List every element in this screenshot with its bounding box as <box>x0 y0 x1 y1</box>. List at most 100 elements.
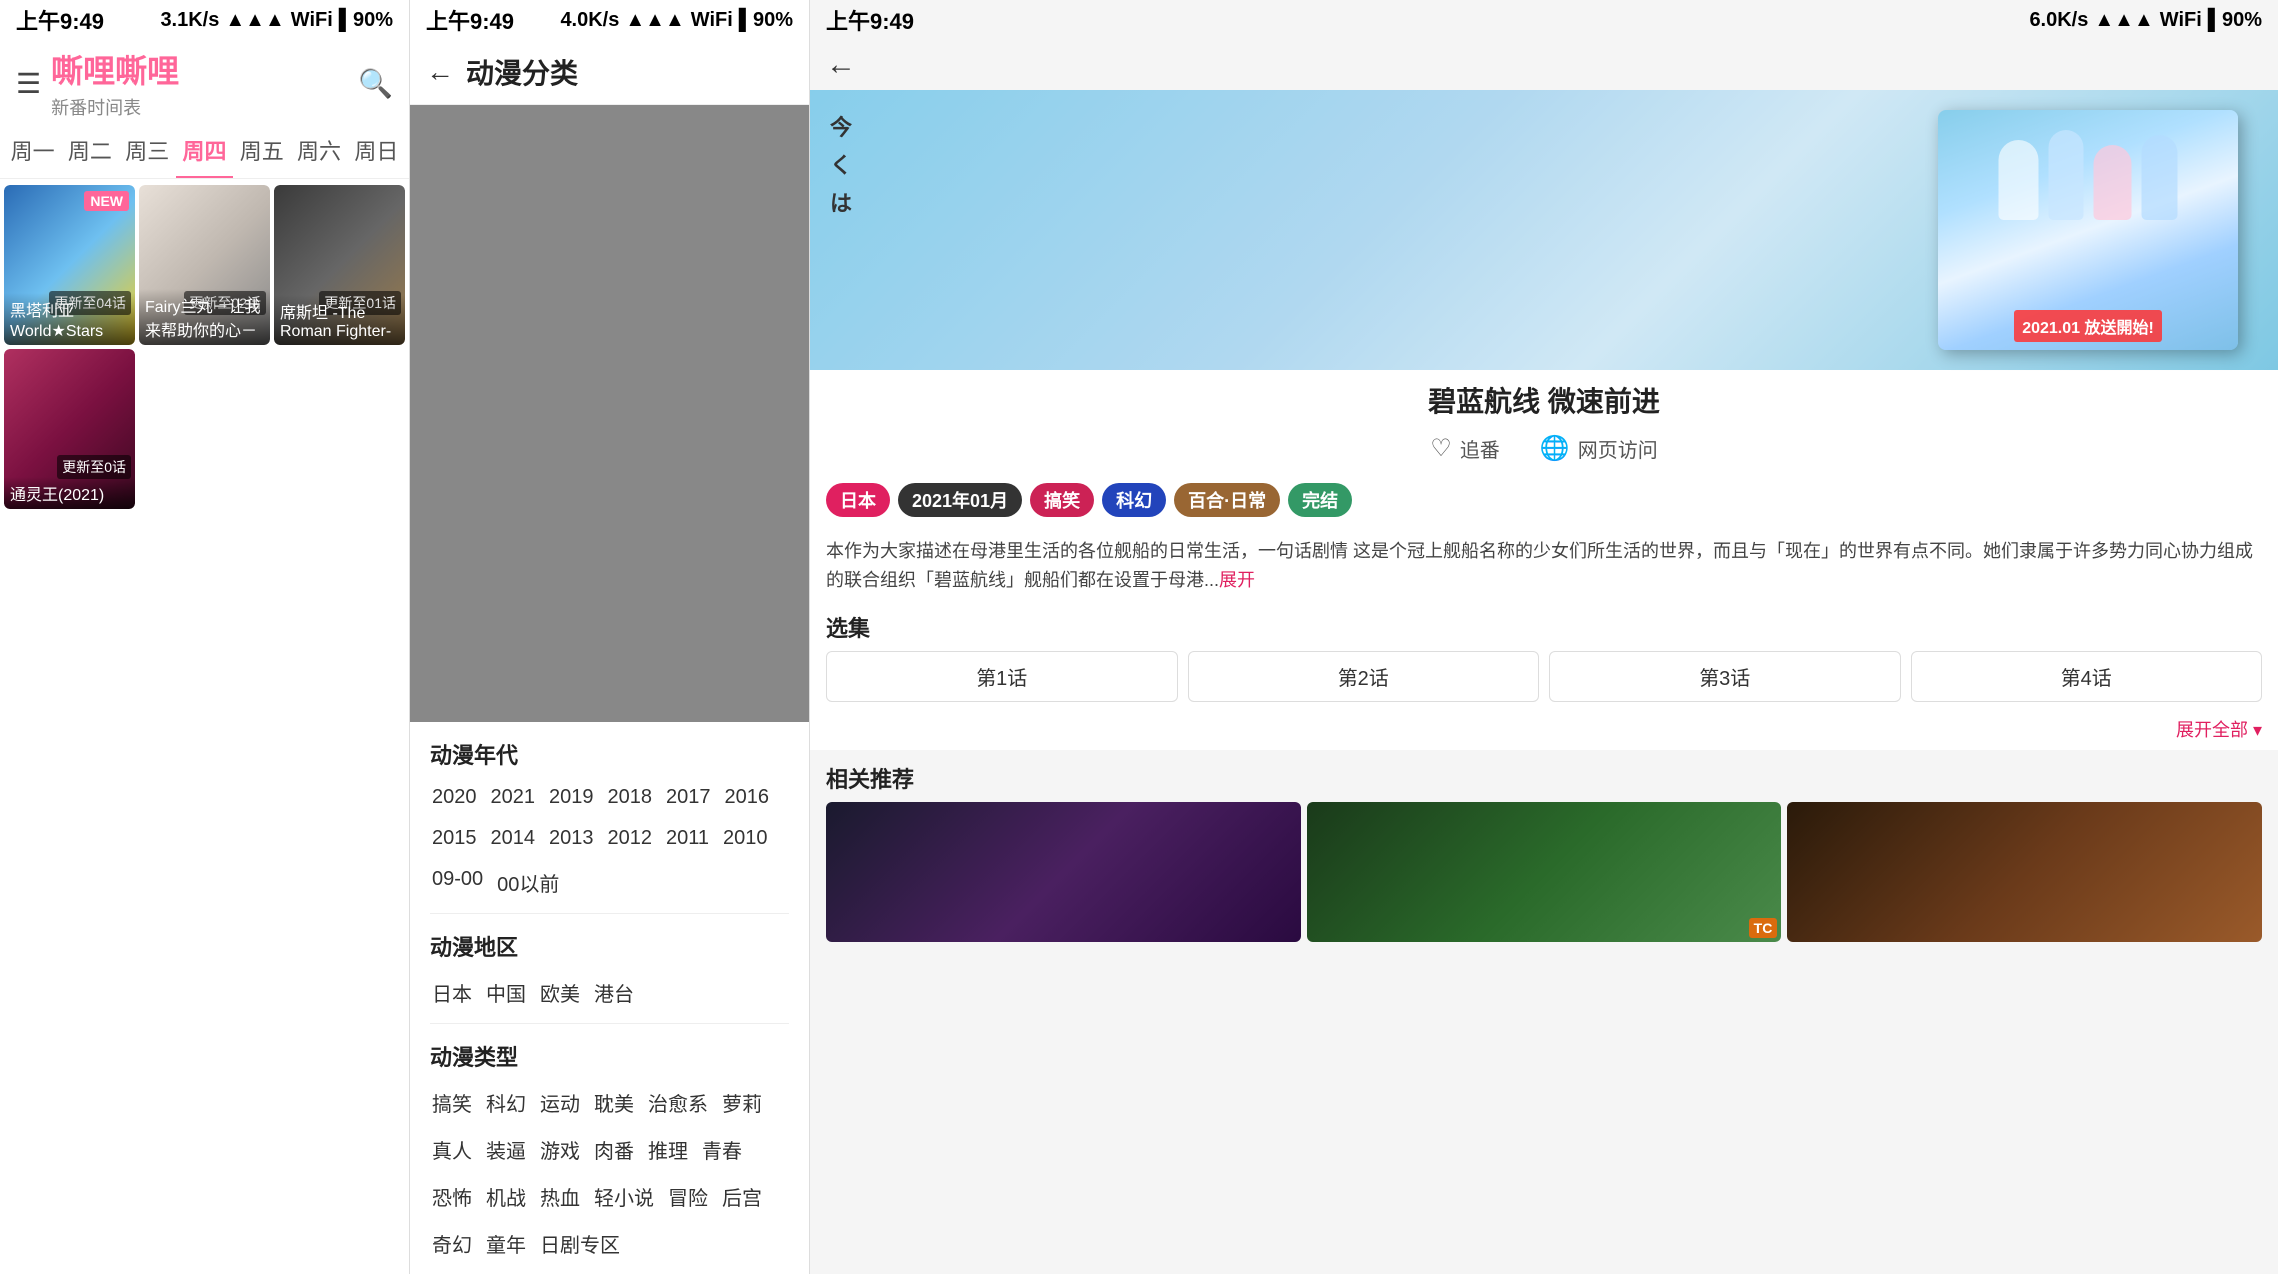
anime-title-2: 席斯坦 -The Roman Fighter- <box>274 295 405 345</box>
tag-adult[interactable]: 肉番 <box>592 1131 636 1168</box>
tag-2018[interactable]: 2018 <box>606 782 655 813</box>
tag-2021[interactable]: 2021 <box>489 782 538 813</box>
tag-2020[interactable]: 2020 <box>430 782 479 813</box>
tag-yuri[interactable]: 百合·日常 <box>1174 483 1280 517</box>
tag-bl[interactable]: 耽美 <box>592 1084 636 1121</box>
anime-title-1: Fairy兰丸－让我来帮助你的心－ <box>139 289 270 345</box>
episodes-section-title: 选集 <box>810 599 2278 651</box>
classify-content: 动漫年代 2020 2021 2019 2018 2017 2016 2015 … <box>410 722 809 1274</box>
anime-card-3[interactable]: 更新至0话 通灵王(2021) <box>4 349 135 509</box>
tag-japan[interactable]: 日本 <box>430 974 474 1011</box>
signal-icon-1: ▲▲▲ <box>225 9 284 32</box>
wifi-icon-2: WiFi <box>691 9 733 32</box>
anime-card-2[interactable]: 更新至01话 席斯坦 -The Roman Fighter- <box>274 185 405 345</box>
episode-btn-3[interactable]: 第3话 <box>1549 651 1901 702</box>
tag-comedy2[interactable]: 搞笑 <box>1030 483 1094 517</box>
tag-europe[interactable]: 欧美 <box>538 974 582 1011</box>
hamburger-icon[interactable]: ☰ <box>16 67 41 100</box>
tag-mystery[interactable]: 推理 <box>646 1131 690 1168</box>
website-label: 网页访问 <box>1578 434 1658 463</box>
tag-horror[interactable]: 恐怖 <box>430 1178 474 1215</box>
action-follow[interactable]: ♡ 追番 <box>1430 434 1500 463</box>
tag-2011[interactable]: 2011 <box>664 823 711 854</box>
tag-2013[interactable]: 2013 <box>547 823 596 854</box>
globe-icon: 🌐 <box>1540 434 1570 463</box>
tab-sunday[interactable]: 周日 <box>348 124 405 178</box>
watermark-1: TC <box>1749 918 1778 938</box>
tag-jp[interactable]: 日本 <box>826 483 890 517</box>
time-3: 上午9:49 <box>826 4 914 36</box>
search-icon[interactable]: 🔍 <box>358 67 393 100</box>
tag-fantasy[interactable]: 奇幻 <box>430 1225 474 1262</box>
tag-2016[interactable]: 2016 <box>723 782 772 813</box>
classify-section-region: 动漫地区 日本 中国 欧美 港台 <box>410 914 809 1023</box>
tag-healing[interactable]: 治愈系 <box>646 1084 710 1121</box>
tag-2014[interactable]: 2014 <box>489 823 538 854</box>
tag-scifi2[interactable]: 科幻 <box>1102 483 1166 517</box>
poster-label: 2021.01 放送開始! <box>2014 310 2162 342</box>
tag-finished[interactable]: 完结 <box>1288 483 1352 517</box>
anime-title-0: 黑塔利亚 World★Stars <box>4 293 135 345</box>
app-subtitle: 新番时间表 <box>51 94 179 120</box>
tag-09-00[interactable]: 09-00 <box>430 864 485 901</box>
app-logo: 嘶哩嘶哩 <box>51 46 179 92</box>
tab-saturday[interactable]: 周六 <box>290 124 347 178</box>
tab-thursday[interactable]: 周四 <box>176 124 233 178</box>
tab-monday[interactable]: 周一 <box>4 124 61 178</box>
tag-2015[interactable]: 2015 <box>430 823 479 854</box>
tag-lightnovel[interactable]: 轻小说 <box>592 1178 656 1215</box>
tag-action[interactable]: 热血 <box>538 1178 582 1215</box>
tag-china[interactable]: 中国 <box>484 974 528 1011</box>
tag-sports[interactable]: 运动 <box>538 1084 582 1121</box>
anime-card-0[interactable]: NEW 更新至04话 黑塔利亚 World★Stars <box>4 185 135 345</box>
episode-btn-1[interactable]: 第1话 <box>826 651 1178 702</box>
back-button-3[interactable]: ← <box>826 48 856 82</box>
tag-2019[interactable]: 2019 <box>547 782 596 813</box>
sidebar-char-1: く <box>830 148 852 180</box>
tag-comedy[interactable]: 搞笑 <box>430 1084 474 1121</box>
region-tags-row: 日本 中国 欧美 港台 <box>430 974 789 1023</box>
anime-card-1[interactable]: 更新至02话 Fairy兰丸－让我来帮助你的心－ <box>139 185 270 345</box>
panel-detail: 上午9:49 6.0K/s ▲▲▲ WiFi ▌90% ← 今 く は <box>810 0 2278 1274</box>
tab-tuesday[interactable]: 周二 <box>61 124 118 178</box>
tags-row: 日本 2021年01月 搞笑 科幻 百合·日常 完结 <box>810 475 2278 525</box>
status-bar-3: 上午9:49 6.0K/s ▲▲▲ WiFi ▌90% <box>810 0 2278 40</box>
tag-childhood[interactable]: 童年 <box>484 1225 528 1262</box>
tag-adventure[interactable]: 冒险 <box>666 1178 710 1215</box>
back-button-2[interactable]: ← <box>426 56 454 88</box>
hero-sidebar: 今 く は <box>830 110 852 218</box>
tag-2010[interactable]: 2010 <box>721 823 770 854</box>
related-card-1[interactable]: TC <box>1307 802 1782 942</box>
expand-all-button[interactable]: 展开全部 ▾ <box>2176 716 2262 742</box>
tab-friday[interactable]: 周五 <box>233 124 290 178</box>
tag-real[interactable]: 真人 <box>430 1131 474 1168</box>
network-2: 4.0K/s <box>560 9 619 32</box>
tag-2017[interactable]: 2017 <box>664 782 713 813</box>
episode-btn-2[interactable]: 第2话 <box>1188 651 1540 702</box>
tag-hktw[interactable]: 港台 <box>592 974 636 1011</box>
tag-00-before[interactable]: 00以前 <box>495 864 561 901</box>
tag-drama[interactable]: 日剧专区 <box>538 1225 622 1262</box>
classify-title: 动漫分类 <box>466 52 578 92</box>
network-1: 3.1K/s <box>160 9 219 32</box>
tag-2012[interactable]: 2012 <box>606 823 655 854</box>
episode-btn-4[interactable]: 第4话 <box>1911 651 2263 702</box>
sidebar-char-2: は <box>830 186 852 218</box>
related-card-0[interactable] <box>826 802 1301 942</box>
related-title: 相关推荐 <box>810 750 2278 802</box>
tag-loli[interactable]: 萝莉 <box>720 1084 764 1121</box>
expand-button[interactable]: 展开 <box>1219 570 1255 590</box>
tag-scifi[interactable]: 科幻 <box>484 1084 528 1121</box>
tag-date[interactable]: 2021年01月 <box>898 483 1022 517</box>
time-1: 上午9:49 <box>16 4 104 36</box>
tag-youth[interactable]: 青春 <box>700 1131 744 1168</box>
related-card-2[interactable] <box>1787 802 2262 942</box>
tag-mech[interactable]: 机战 <box>484 1178 528 1215</box>
action-website[interactable]: 🌐 网页访问 <box>1540 434 1658 463</box>
tag-cool[interactable]: 装逼 <box>484 1131 528 1168</box>
status-bar-1: 上午9:49 3.1K/s ▲▲▲ WiFi ▌90% <box>0 0 409 40</box>
tab-wednesday[interactable]: 周三 <box>119 124 176 178</box>
tag-game[interactable]: 游戏 <box>538 1131 582 1168</box>
tag-harem[interactable]: 后宫 <box>720 1178 764 1215</box>
classify-loading-area <box>410 105 809 722</box>
